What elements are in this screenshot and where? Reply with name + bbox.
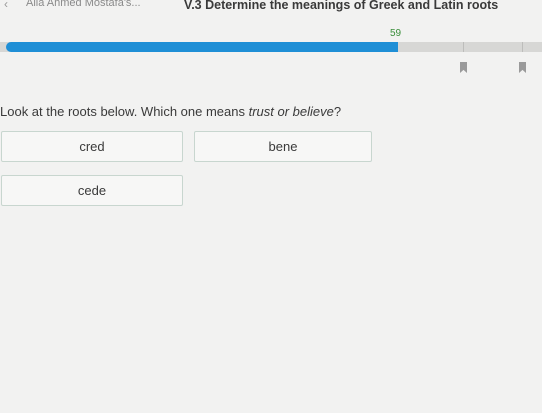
choice-bene[interactable]: bene [194, 131, 372, 162]
progress-bar [0, 42, 542, 52]
choice-label: bene [268, 139, 298, 154]
choice-cede[interactable]: cede [1, 175, 183, 206]
page-title: V.3 Determine the meanings of Greek and … [184, 0, 499, 12]
choice-label: cede [77, 183, 107, 198]
progress-tick [463, 42, 464, 52]
progress-tick [522, 42, 523, 52]
bookmark-icon [519, 62, 526, 73]
progress-fill [6, 42, 398, 52]
question-suffix: ? [333, 104, 342, 119]
question-emphasis: trust or believe [248, 104, 334, 119]
score-label: 59 [390, 28, 402, 39]
question-prefix: Look at the roots below. Which one means [0, 104, 249, 119]
breadcrumb[interactable]: Alia Ahmed Mostafa's... [26, 0, 141, 9]
chevron-left-icon[interactable]: ‹ [4, 0, 8, 11]
header-bar: ‹ Alia Ahmed Mostafa's... V.3 Determine … [0, 0, 542, 14]
choice-cred[interactable]: cred [1, 131, 183, 162]
question-text: Look at the roots below. Which one means… [0, 104, 341, 119]
bookmark-icon [460, 62, 467, 73]
choice-label: cred [79, 139, 105, 154]
